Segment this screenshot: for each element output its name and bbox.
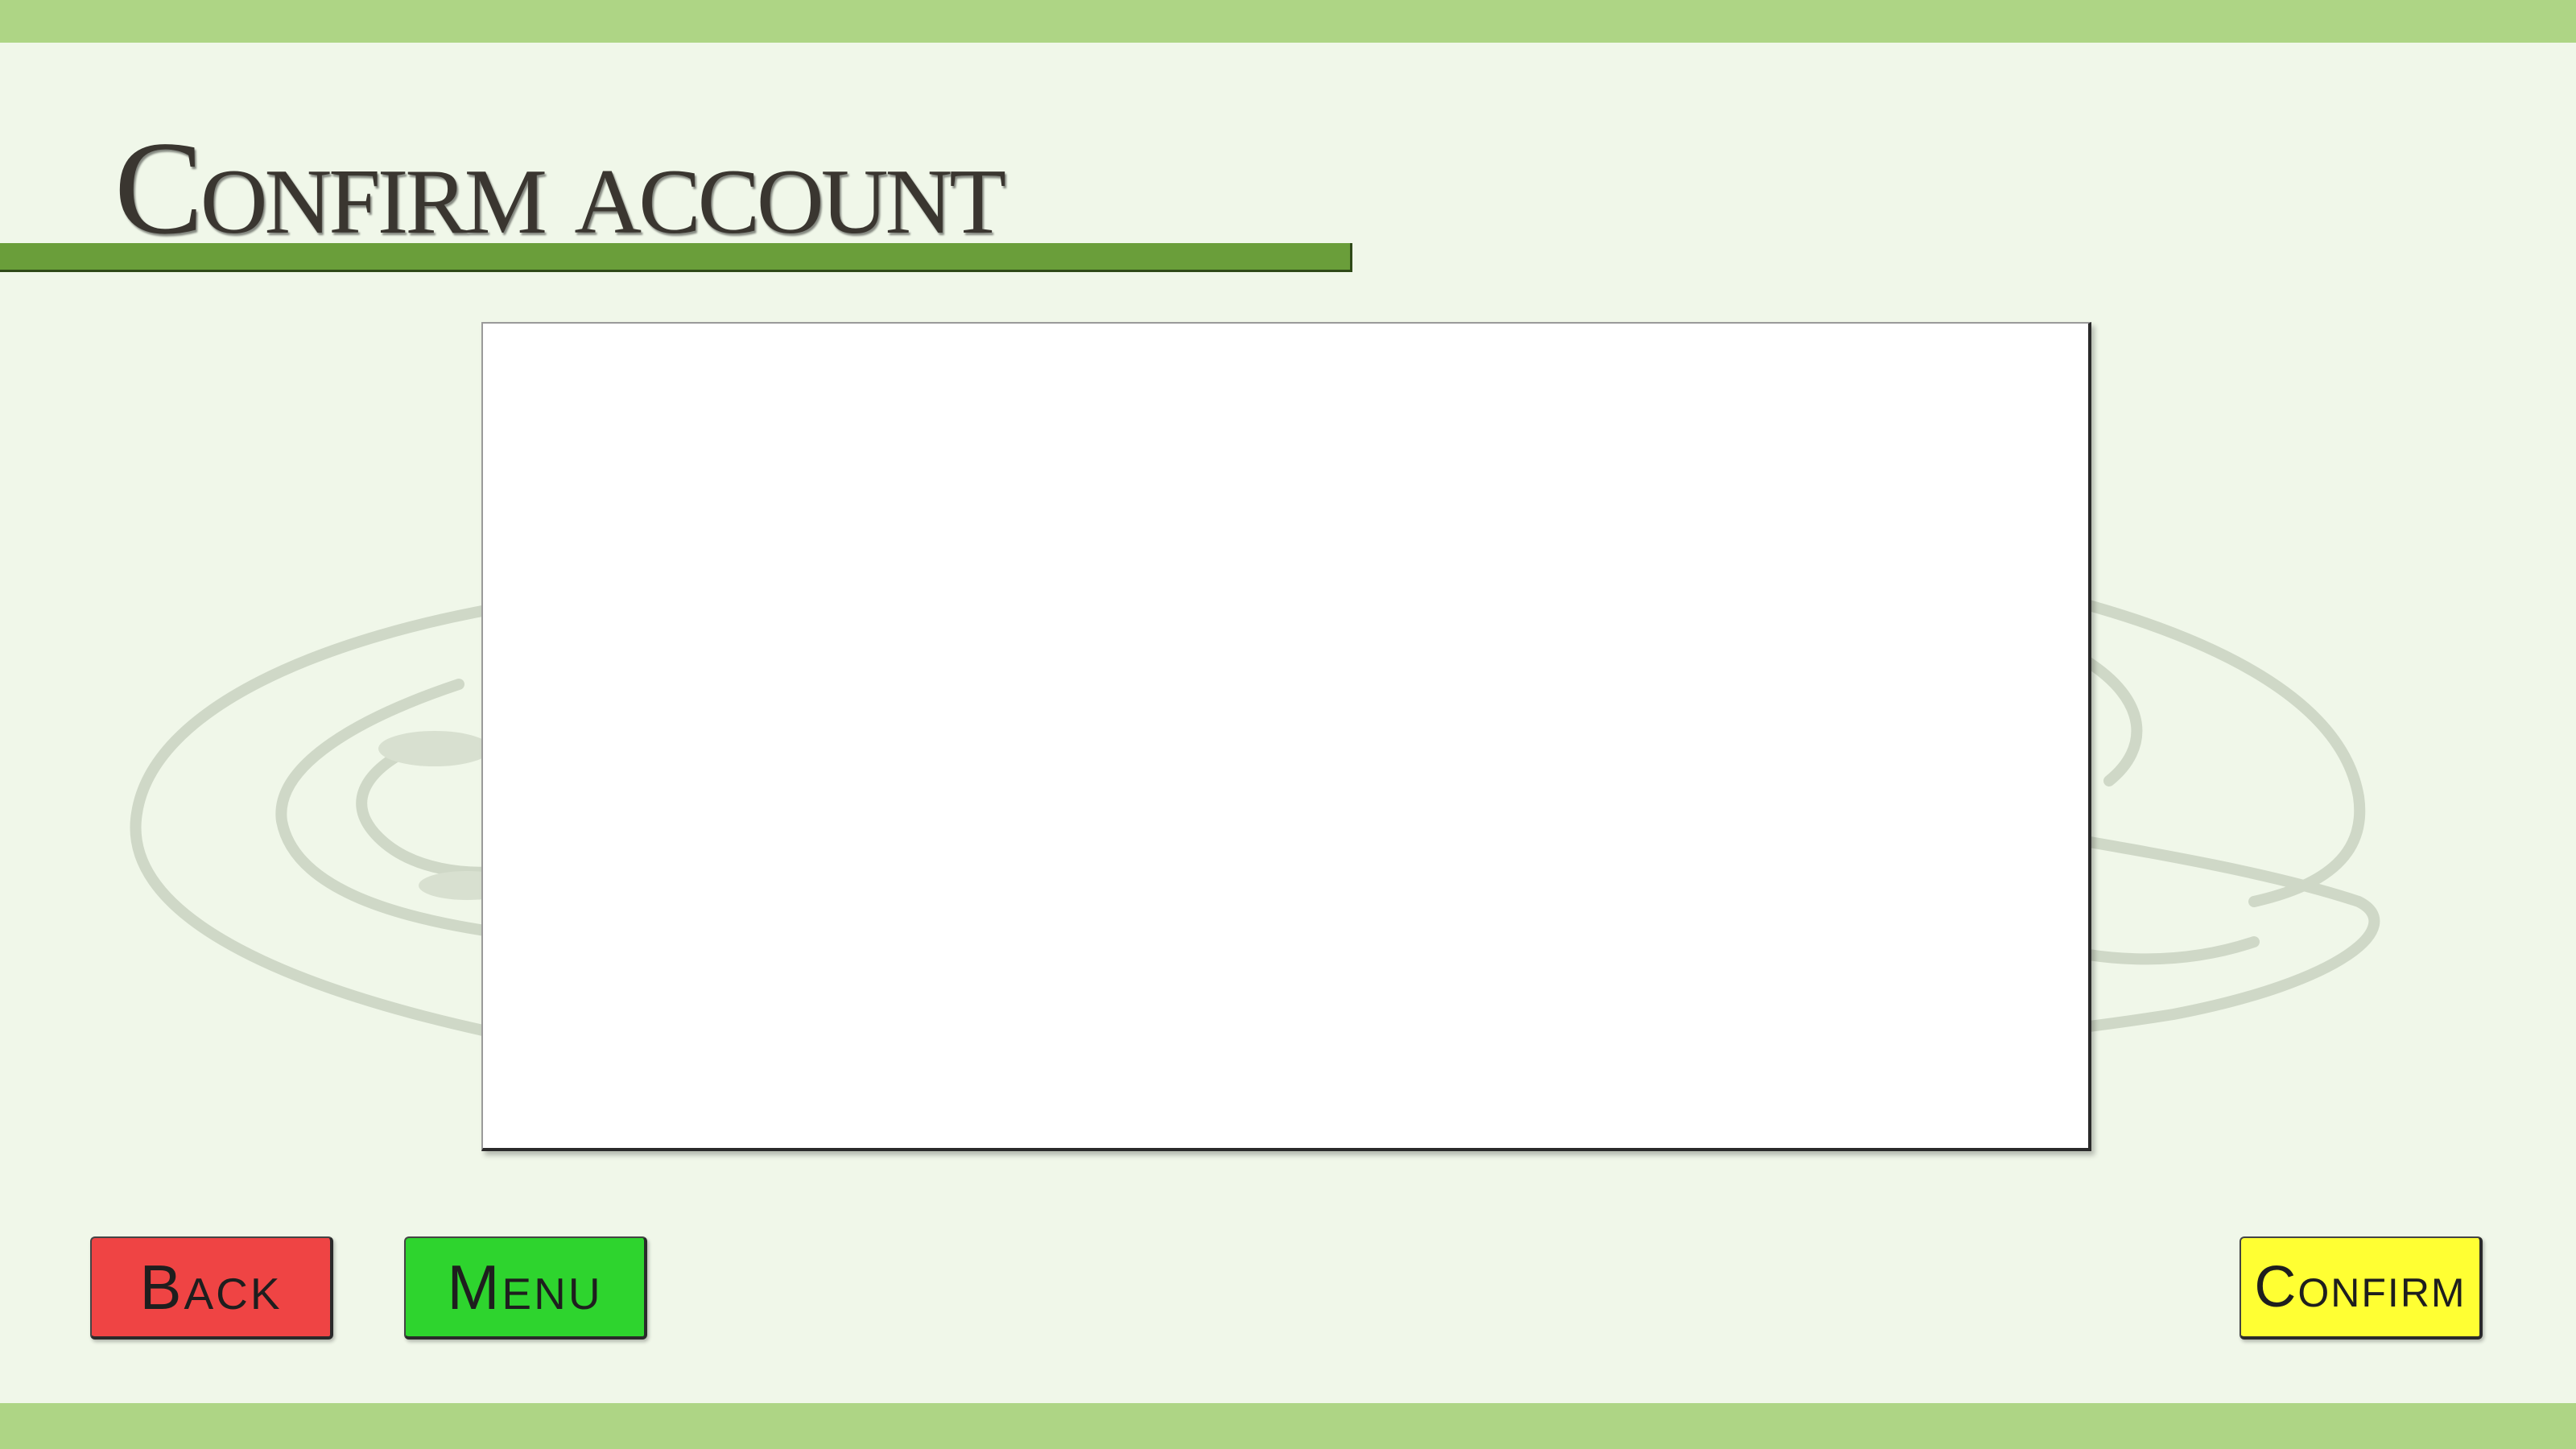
account-details-panel bbox=[481, 322, 2091, 1151]
title-underline bbox=[0, 243, 1352, 272]
confirm-button[interactable]: Confirm bbox=[2240, 1236, 2483, 1340]
menu-button[interactable]: Menu bbox=[404, 1236, 647, 1340]
back-button[interactable]: Back bbox=[90, 1236, 333, 1340]
top-frame-bar bbox=[0, 0, 2576, 43]
page-title: Confirm account bbox=[114, 114, 1006, 262]
bottom-frame-bar bbox=[0, 1403, 2576, 1449]
